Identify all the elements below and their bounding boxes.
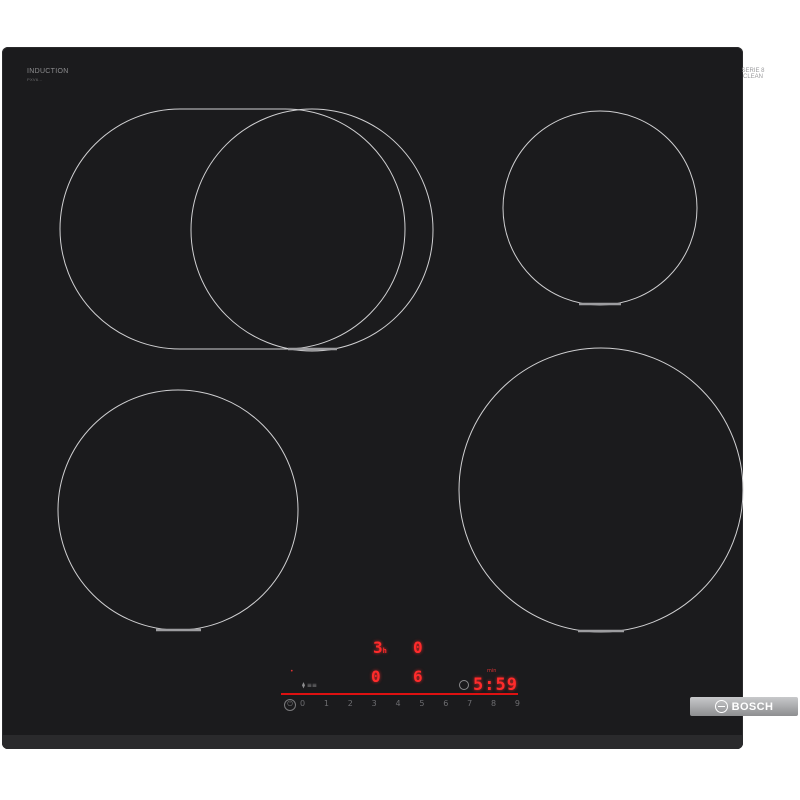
function-icons[interactable]: ⁣⧫ ≡≡ — [302, 682, 317, 689]
power-level-scale: 0 1 2 3 4 5 6 7 8 9 — [300, 699, 520, 708]
power-slider-track[interactable] — [281, 693, 518, 695]
timer-display: 5:59 — [473, 675, 518, 695]
timer-unit: min — [487, 668, 497, 674]
power-level-3[interactable]: 3 — [372, 699, 377, 708]
bosch-logo-icon — [714, 700, 728, 713]
power-level-4[interactable]: 4 — [396, 699, 401, 708]
power-icon[interactable]: ⏻ — [284, 699, 296, 711]
extra-indicator-dot: • — [290, 668, 294, 675]
cooktop-front-edge — [2, 735, 743, 749]
zone-level-display-mid-left: 0 — [371, 667, 381, 686]
zone-level-display-top-right: 0 — [413, 638, 423, 657]
power-level-8[interactable]: 8 — [491, 699, 496, 708]
zone-level-display-top-left: 3h — [373, 638, 387, 657]
timer-icon[interactable] — [459, 680, 469, 690]
power-level-1[interactable]: 1 — [324, 699, 329, 708]
series-sublabel: PXV6... — [27, 77, 43, 82]
brand-badge: BOSCH — [690, 697, 798, 716]
zone-level-display-mid-right: 6 — [413, 667, 423, 686]
power-level-2[interactable]: 2 — [348, 699, 353, 708]
power-level-0[interactable]: 0 — [300, 699, 305, 708]
feature-label: SERIE 8 CLEAN — [741, 68, 765, 80]
power-level-9[interactable]: 9 — [515, 699, 520, 708]
power-level-6[interactable]: 6 — [443, 699, 448, 708]
brand-name: BOSCH — [731, 700, 774, 713]
induction-label: INDUCTION PXV6... — [27, 68, 69, 84]
power-level-5[interactable]: 5 — [419, 699, 424, 708]
series-label: INDUCTION — [27, 68, 69, 75]
power-level-7[interactable]: 7 — [467, 699, 472, 708]
